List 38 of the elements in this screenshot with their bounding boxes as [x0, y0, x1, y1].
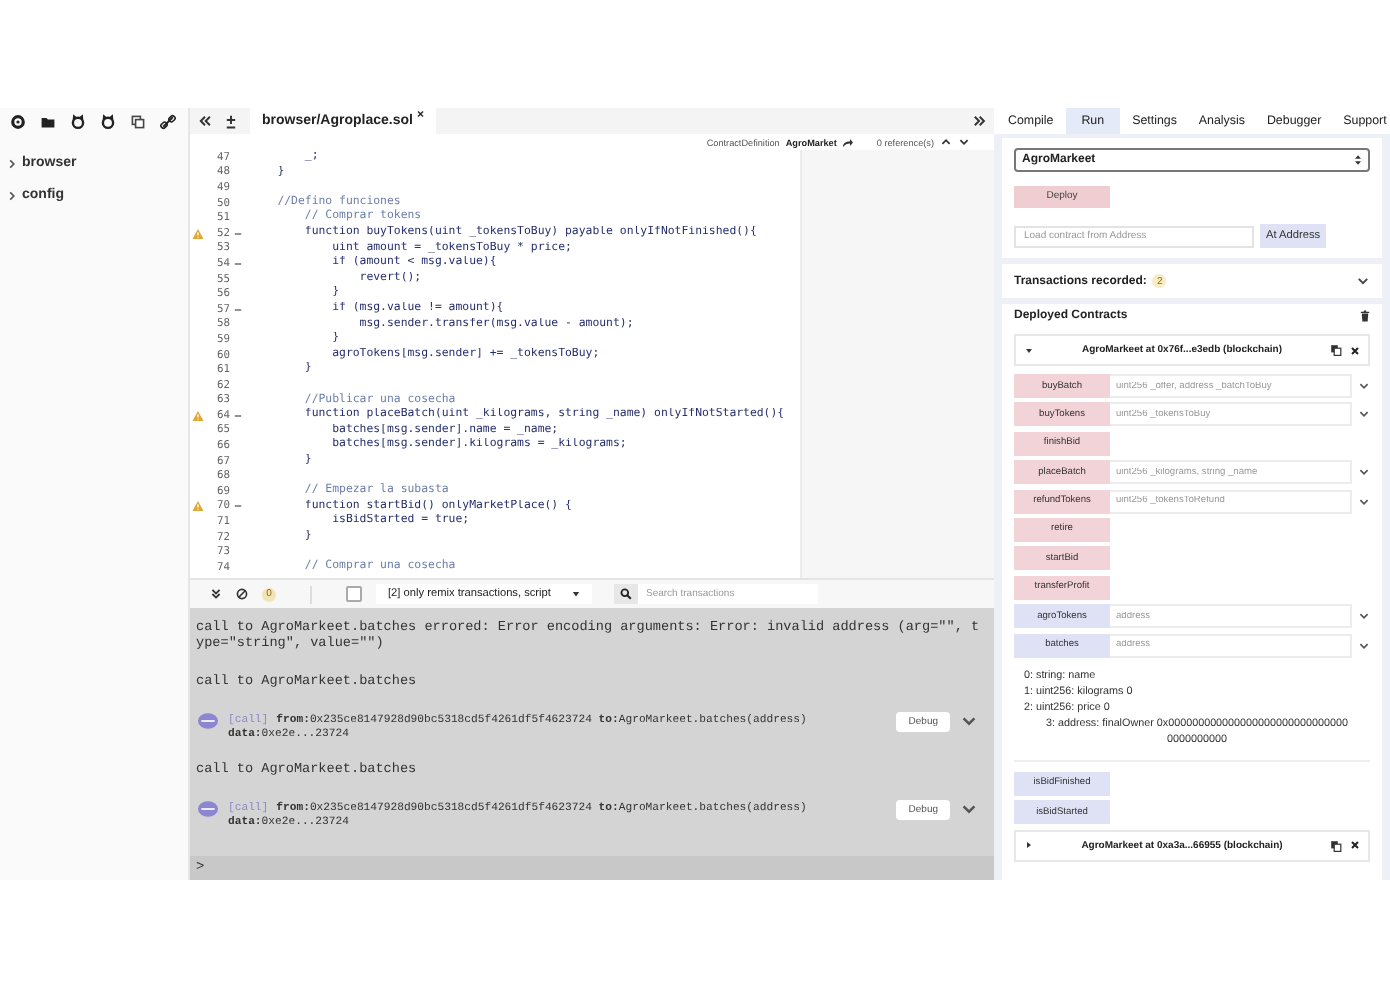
chevron-down-icon[interactable]	[1358, 380, 1370, 392]
search-button[interactable]	[614, 584, 638, 604]
chevron-down-icon[interactable]	[1356, 274, 1370, 288]
copy-icon[interactable]	[1330, 344, 1342, 356]
filter-checkbox[interactable]	[346, 586, 362, 602]
double-chevron-left-icon[interactable]	[198, 114, 212, 128]
trash-icon[interactable]	[1360, 310, 1370, 322]
chevron-down-icon[interactable]	[1358, 466, 1370, 479]
plus-minus-icon[interactable]	[224, 113, 238, 129]
double-chevron-down-icon[interactable]	[210, 588, 222, 600]
cat-head-icon[interactable]	[100, 114, 116, 130]
chevron-up-icon[interactable]	[940, 136, 952, 148]
chevron-down-icon[interactable]	[1358, 408, 1370, 421]
close-icon[interactable]	[1350, 840, 1360, 851]
call-badge-icon	[198, 712, 218, 730]
copy-icon[interactable]	[130, 114, 146, 130]
chevron-icon[interactable]	[960, 800, 978, 818]
chevron-down-icon[interactable]	[1358, 495, 1370, 508]
chevron-down-icon[interactable]	[1358, 639, 1370, 652]
double-chevron-right-icon[interactable]	[972, 114, 986, 128]
call-badge-icon	[198, 800, 218, 818]
caret-icon[interactable]	[1024, 345, 1034, 355]
folder-icon[interactable]	[40, 114, 56, 130]
clear-icon[interactable]	[236, 588, 248, 600]
caret-icon[interactable]	[1024, 840, 1034, 851]
chevron-down-icon[interactable]	[958, 136, 970, 148]
chevron-down-icon[interactable]	[1358, 610, 1370, 623]
updown-icon	[1354, 154, 1362, 166]
share-arrow-icon[interactable]	[842, 137, 855, 147]
caret-icon[interactable]	[6, 189, 18, 201]
cat-head-icon[interactable]	[70, 114, 86, 130]
link-icon[interactable]	[160, 114, 176, 130]
close-icon[interactable]	[1350, 345, 1360, 355]
chevron-icon[interactable]	[960, 712, 978, 730]
caret-icon	[572, 590, 580, 598]
copy-icon[interactable]	[1330, 839, 1342, 852]
caret-icon[interactable]	[6, 157, 18, 169]
search-icon	[620, 588, 632, 600]
